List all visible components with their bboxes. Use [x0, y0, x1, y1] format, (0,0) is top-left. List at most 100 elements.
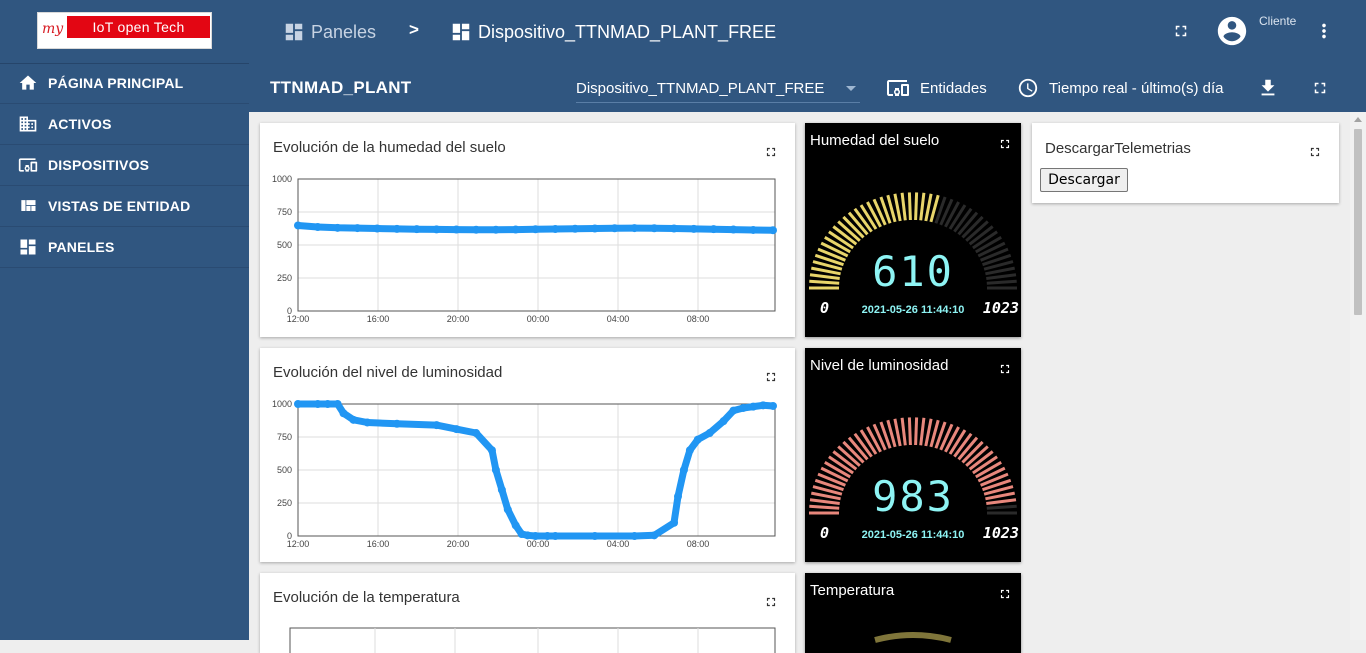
devices-icon [887, 80, 909, 96]
gauge-bar [900, 192, 907, 221]
gauge-bar [907, 417, 912, 446]
data-point [392, 419, 401, 428]
sidebar-item-label: VISTAS DE ENTIDAD [48, 198, 191, 214]
data-point [472, 225, 481, 234]
breadcrumb-item-current: Dispositivo_TTNMAD_PLANT_FREE [450, 20, 776, 44]
data-point [650, 224, 659, 233]
data-point [705, 429, 714, 438]
data-point [491, 225, 500, 234]
download-button[interactable]: Descargar [1040, 168, 1128, 192]
fullscreen-icon[interactable] [1311, 79, 1329, 97]
y-tick-label: 1000 [272, 399, 292, 409]
data-point [739, 403, 748, 412]
device-select[interactable]: Dispositivo_TTNMAD_PLANT_FREE [576, 76, 860, 103]
data-point [323, 400, 332, 408]
data-point [749, 225, 758, 234]
x-tick-label: 08:00 [687, 314, 710, 324]
data-point [432, 225, 441, 234]
page-scrollbar[interactable] [1350, 112, 1366, 640]
data-point [412, 225, 421, 234]
dashboard-title: TTNMAD_PLANT [270, 78, 412, 97]
fullscreen-icon[interactable] [1308, 145, 1322, 159]
download-telemetry-card: DescargarTelemetrias Descargar [1032, 123, 1339, 203]
gauge-min: 0 [820, 299, 830, 317]
breadcrumb-label: Dispositivo_TTNMAD_PLANT_FREE [478, 21, 777, 42]
download-icon[interactable] [1257, 77, 1279, 99]
avatar[interactable] [1215, 14, 1249, 48]
data-point [313, 223, 322, 232]
data-point [531, 532, 540, 540]
sidebar-item-assets[interactable]: ACTIVOS [0, 104, 249, 145]
data-point [590, 224, 599, 233]
data-point [685, 446, 694, 455]
data-point [452, 225, 461, 234]
timewindow-button[interactable]: Tiempo real - último(s) día [1017, 76, 1224, 100]
scroll-up-arrow[interactable] [1354, 117, 1362, 122]
gauge-arc [874, 632, 952, 643]
sidebar-item-label: PANELES [48, 239, 115, 255]
gauge-bar [919, 192, 926, 221]
logo-area: my IoT open Tech [0, 0, 249, 64]
x-tick-label: 12:00 [287, 314, 310, 324]
data-point [543, 532, 552, 540]
x-tick-label: 00:00 [527, 314, 550, 324]
gauge-value: 983 [872, 472, 954, 521]
plot-frame [289, 627, 776, 653]
y-tick-label: 500 [277, 465, 292, 475]
data-point [472, 429, 481, 438]
data-point [650, 531, 659, 540]
logo[interactable]: my IoT open Tech [37, 12, 212, 49]
data-point [590, 532, 599, 540]
soil-humidity-chart: 0250500750100012:00 16:00 20:00 00:00 04:00 0… [272, 174, 777, 324]
gauge-bar [914, 192, 919, 221]
data-point [551, 532, 560, 540]
y-tick-label: 500 [277, 240, 292, 250]
clock-icon [1018, 78, 1038, 98]
data-point [353, 224, 362, 233]
gauge-max: 1023 [982, 299, 1019, 317]
data-point [670, 224, 679, 233]
temperature-gauge: Temperatura [805, 573, 1021, 653]
data-point [729, 225, 738, 234]
data-point [674, 492, 682, 501]
data-point [749, 402, 758, 411]
data-point [339, 409, 348, 418]
data-point [610, 224, 619, 233]
sidebar-item-entity-views[interactable]: VISTAS DE ENTIDAD [0, 186, 249, 227]
data-point [523, 531, 532, 540]
device-select-value: Dispositivo_TTNMAD_PLANT_FREE [576, 80, 825, 97]
logo-prefix: my [42, 21, 64, 37]
data-point [630, 532, 639, 540]
sidebar-item-devices[interactable]: DISPOSITIVOS [0, 145, 249, 186]
x-tick-label: 04:00 [607, 539, 630, 549]
sidebar-item-label: PÁGINA PRINCIPAL [48, 75, 184, 91]
data-point [571, 224, 580, 233]
temperature-chart [289, 627, 776, 653]
data-point [363, 418, 372, 427]
y-tick-label: 250 [277, 273, 292, 283]
gauge-bar [924, 418, 933, 447]
more-vert-icon[interactable] [1313, 20, 1335, 42]
gauge-value: 610 [872, 247, 954, 296]
data-point [452, 425, 461, 434]
data-point [679, 466, 688, 474]
data-point [769, 401, 777, 410]
gauge-bar [900, 417, 907, 446]
sidebar-item-home[interactable]: PÁGINA PRINCIPAL [0, 63, 249, 104]
fullscreen-icon[interactable] [1172, 22, 1190, 40]
x-tick-label: 00:00 [527, 539, 550, 549]
temperature-chart-card: Evolución de la temperatura [260, 573, 795, 653]
data-point [531, 225, 540, 234]
sidebar-item-dashboards[interactable]: PANELES [0, 227, 249, 268]
scroll-thumb[interactable] [1354, 129, 1362, 315]
sidebar: my IoT open Tech PÁGINA PRINCIPAL ACTIVO… [0, 0, 249, 640]
data-point [491, 466, 500, 474]
data-point [709, 225, 718, 234]
breadcrumb-item-dashboards[interactable]: Paneles [283, 20, 376, 44]
entities-button[interactable]: Entidades [886, 76, 987, 100]
gauge-bar [893, 193, 902, 222]
data-point [630, 224, 639, 233]
breadcrumb-label: Paneles [311, 21, 377, 42]
view-quilt-icon [21, 200, 36, 211]
gauge-bar [919, 417, 926, 446]
